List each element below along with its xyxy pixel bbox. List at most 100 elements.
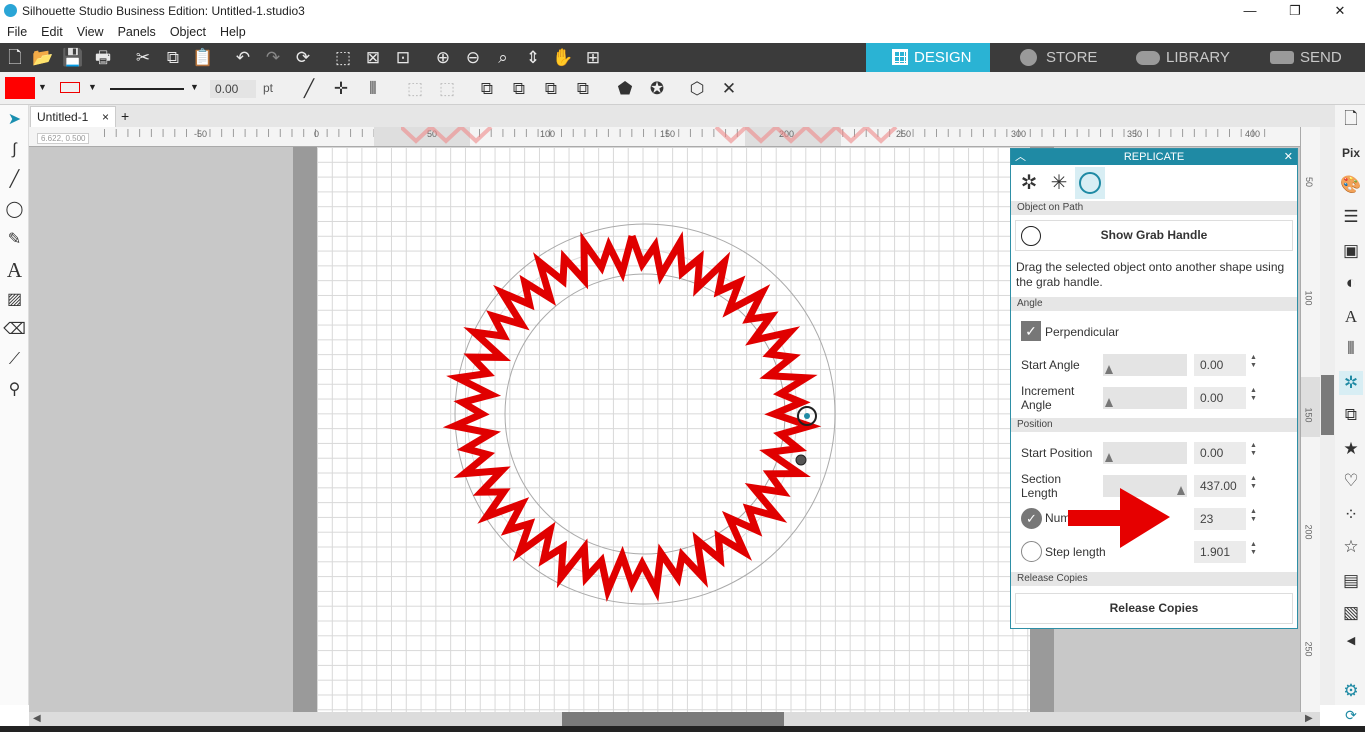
increment-angle-spinner[interactable]: ▲ ▼ xyxy=(1250,387,1258,403)
number-radio[interactable]: ✓ xyxy=(1021,508,1042,529)
scroll-left-icon[interactable]: ◀ xyxy=(33,713,41,724)
knife-icon[interactable]: ⟋ xyxy=(2,347,27,373)
close-window-button[interactable]: ✕ xyxy=(1325,2,1355,20)
select-color-icon[interactable]: ⊡ xyxy=(388,43,418,72)
replicate-tab-icon[interactable]: ✲ xyxy=(1015,169,1043,197)
line-style-icon[interactable]: ☰ xyxy=(1339,205,1363,229)
step-length-spinner[interactable]: ▲ ▼ xyxy=(1250,541,1258,557)
horizontal-scrollbar[interactable]: ◀ ▶ xyxy=(29,712,1320,726)
menu-object[interactable]: Object xyxy=(163,22,213,39)
menu-view[interactable]: View xyxy=(70,22,111,39)
horizontal-scroll-thumb[interactable] xyxy=(562,712,784,726)
replicated-ring-shape[interactable] xyxy=(440,222,840,622)
pan-hand-icon[interactable]: ✋ xyxy=(548,43,578,72)
edit-points-icon[interactable]: ∫ xyxy=(2,137,27,163)
zoom-in-icon[interactable]: ⊕ xyxy=(428,43,458,72)
document-tab[interactable]: Untitled-1 × xyxy=(30,106,116,127)
show-grab-handle-button[interactable]: Show Grab Handle xyxy=(1015,220,1293,251)
start-position-spinner[interactable]: ▲ ▼ xyxy=(1250,442,1258,458)
image-effects-icon[interactable]: ▣ xyxy=(1339,239,1363,263)
start-position-slider[interactable] xyxy=(1103,442,1187,464)
bring-front-icon[interactable]: ⧉ xyxy=(474,76,500,102)
fill-color-swatch[interactable] xyxy=(5,77,35,99)
mirror-tab-icon[interactable]: ✳ xyxy=(1045,169,1073,197)
menu-file[interactable]: File xyxy=(0,22,34,39)
step-length-input[interactable]: 1.901 xyxy=(1194,541,1246,563)
star-effects-icon[interactable]: ✪ xyxy=(644,76,670,102)
replicate-panel-icon[interactable]: ✲ xyxy=(1339,371,1363,395)
pencil-icon[interactable]: ✎ xyxy=(2,227,27,253)
start-position-input[interactable]: 0.00 xyxy=(1194,442,1246,464)
release-copies-button[interactable]: Release Copies xyxy=(1015,593,1293,624)
contrast-icon[interactable]: ◐ xyxy=(1339,271,1363,295)
transform-icon[interactable]: ⧉ xyxy=(1339,403,1363,427)
send-backward-icon[interactable]: ⧉ xyxy=(570,76,596,102)
align-panel-icon[interactable]: ⫴ xyxy=(1339,337,1363,361)
section-length-input[interactable]: 437.00 xyxy=(1194,475,1246,497)
fill-palette-icon[interactable]: 🎨 xyxy=(1339,173,1363,197)
fit-page-icon[interactable]: ⇕ xyxy=(518,43,548,72)
line-tool-icon[interactable]: ╱ xyxy=(296,76,322,102)
pixscan-icon[interactable]: Pix xyxy=(1339,141,1363,165)
add-tab-icon[interactable]: + xyxy=(121,108,129,124)
number-input[interactable]: 23 xyxy=(1194,508,1246,530)
eraser-icon[interactable]: ⌫ xyxy=(2,317,27,343)
layers-icon[interactable]: ▤ xyxy=(1339,569,1363,593)
tab-library[interactable]: LIBRARY xyxy=(1110,43,1238,72)
line-color-dropdown-icon[interactable]: ▼ xyxy=(88,82,97,92)
hatch-icon[interactable]: ▧ xyxy=(1339,601,1363,625)
copy-icon[interactable]: ⧉ xyxy=(158,43,188,72)
send-back-icon[interactable]: ⧉ xyxy=(506,76,532,102)
star-shape-icon[interactable]: ☆ xyxy=(1339,535,1363,559)
start-angle-input[interactable]: 0.00 xyxy=(1194,354,1246,376)
move-tool-icon[interactable]: ✛ xyxy=(328,76,354,102)
cut-icon[interactable]: ✂ xyxy=(128,43,158,72)
panel-close-icon[interactable]: ✕ xyxy=(1284,149,1293,165)
ellipse-icon[interactable]: ◯ xyxy=(2,197,27,223)
align-tool-icon[interactable]: ⫴ xyxy=(360,76,386,102)
tab-store[interactable]: STORE xyxy=(992,43,1112,72)
tab-design[interactable]: DESIGN xyxy=(866,43,990,72)
minimize-button[interactable]: — xyxy=(1235,2,1265,20)
trace-icon[interactable]: ⁘ xyxy=(1339,503,1363,527)
start-angle-spinner[interactable]: ▲ ▼ xyxy=(1250,354,1258,370)
menu-edit[interactable]: Edit xyxy=(34,22,70,39)
red-zigzag-ring[interactable] xyxy=(442,231,822,602)
line-style-dropdown-icon[interactable]: ▼ xyxy=(190,82,199,92)
3d-box-icon[interactable]: ⬡ xyxy=(684,76,710,102)
redraw-icon[interactable]: ⟳ xyxy=(288,43,318,72)
panel-collapse-icon[interactable]: ◀ xyxy=(1339,629,1363,653)
number-spinner[interactable]: ▲ ▼ xyxy=(1250,508,1258,524)
start-angle-slider[interactable] xyxy=(1103,354,1187,376)
bring-forward-icon[interactable]: ⧉ xyxy=(538,76,564,102)
text-tool-icon[interactable]: A xyxy=(2,257,27,283)
paste-icon[interactable]: 📋 xyxy=(188,43,218,72)
line-width-input[interactable]: 0.00 xyxy=(210,80,256,98)
path-node[interactable] xyxy=(795,454,807,466)
menu-panels[interactable]: Panels xyxy=(111,22,163,39)
fill-dropdown-icon[interactable]: ▼ xyxy=(38,82,47,92)
line-draw-icon[interactable]: ╱ xyxy=(2,167,27,193)
vertical-scroll-thumb[interactable] xyxy=(1321,375,1334,435)
object-on-path-tab[interactable] xyxy=(1075,167,1105,199)
modify-icon[interactable]: ★ xyxy=(1339,437,1363,461)
scroll-right-icon[interactable]: ▶ xyxy=(1305,713,1313,724)
eyedropper-icon[interactable]: ⚲ xyxy=(2,377,27,403)
step-length-radio[interactable] xyxy=(1021,541,1042,562)
fill-tool-icon[interactable]: ▨ xyxy=(2,287,27,313)
deselect-icon[interactable]: ⊠ xyxy=(358,43,388,72)
perpendicular-checkbox[interactable]: ✓ xyxy=(1021,321,1041,341)
page-setup-icon[interactable]: 🗋 xyxy=(1339,107,1363,131)
tab-send[interactable]: SEND xyxy=(1240,43,1365,72)
close-tab-icon[interactable]: × xyxy=(102,110,109,124)
zoom-selection-icon[interactable]: ⌕ xyxy=(488,43,518,72)
ungroup-icon[interactable]: ⬚ xyxy=(434,76,460,102)
offset-icon[interactable]: ♡ xyxy=(1339,469,1363,493)
new-file-icon[interactable]: 🗋 xyxy=(0,43,30,72)
fit-to-window-icon[interactable]: ⊞ xyxy=(578,43,608,72)
open-folder-icon[interactable]: 📂 xyxy=(28,43,58,72)
redo-icon[interactable]: ↷ xyxy=(258,43,288,72)
undo-icon[interactable]: ↶ xyxy=(228,43,258,72)
menu-help[interactable]: Help xyxy=(213,22,253,39)
select-all-icon[interactable]: ⬚ xyxy=(328,43,358,72)
